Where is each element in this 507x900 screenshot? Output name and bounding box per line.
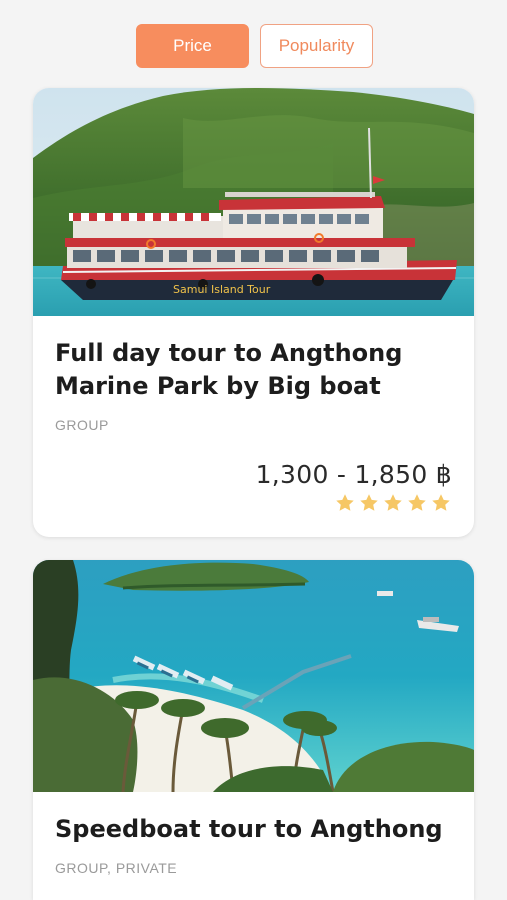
tour-rating [334,492,452,514]
tour-price: 1,300 - 1,850 ฿ [255,460,452,489]
tour-card[interactable]: Speedboat tour to Angthong GROUP, PRIVAT… [33,560,474,900]
tour-image-speedboat-beach [33,560,474,792]
tour-card[interactable]: Samui Island Tour Full day tour to Angth… [33,88,474,537]
tour-title: Speedboat tour to Angthong [55,815,443,843]
sort-bar: Price Popularity [136,24,373,68]
sort-price-button[interactable]: Price [136,24,249,68]
tour-category: GROUP, PRIVATE [55,860,178,876]
star-icon [384,494,402,511]
tour-list-page: Price Popularity Samui Island Tour Full … [0,0,507,900]
boat-hull-sign: Samui Island Tour [173,283,271,296]
star-icon [336,494,354,511]
star-icon [408,494,426,511]
tour-category: GROUP [55,417,109,433]
star-icon [360,494,378,511]
tour-image-big-boat: Samui Island Tour [33,88,474,316]
sort-popularity-button[interactable]: Popularity [260,24,373,68]
tour-title: Full day tour to Angthong Marine Park by… [55,339,403,400]
star-icon [432,494,450,511]
